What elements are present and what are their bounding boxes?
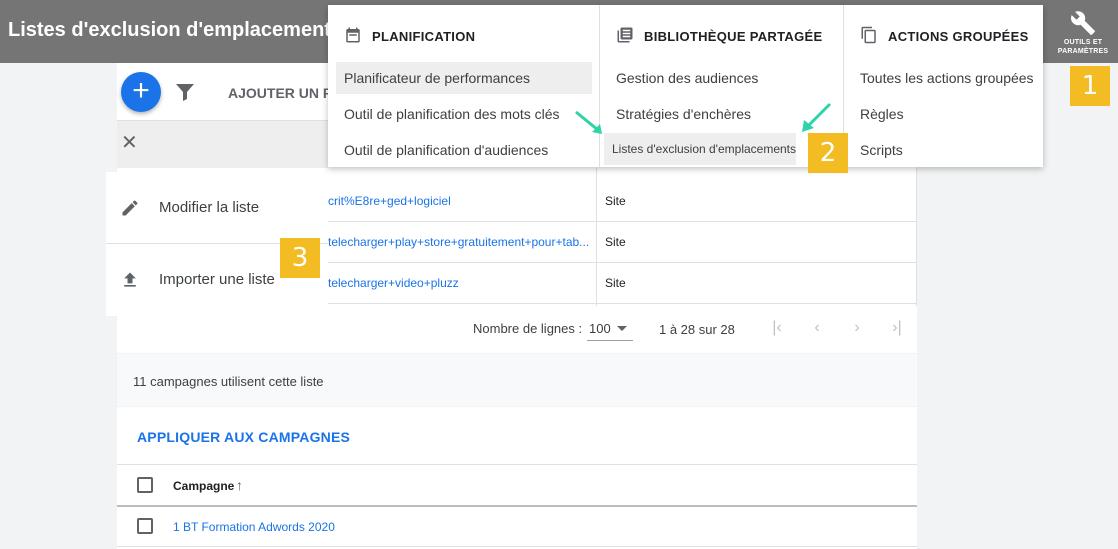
menu-column-bulk-actions: ACTIONS GROUPÉES Toutes les actions grou… [843, 5, 1043, 167]
rows-per-page-value: 100 [589, 321, 611, 336]
add-filter-button[interactable]: AJOUTER UN FI [228, 85, 328, 101]
menu-item-keyword-planner[interactable]: Outil de planification des mots clés [336, 98, 560, 130]
divider [117, 546, 917, 547]
placement-link[interactable]: crit%E8re+ged+logiciel [328, 194, 592, 208]
next-page-icon[interactable]: › [847, 318, 867, 338]
menu-item-rules[interactable]: Règles [852, 98, 904, 130]
add-fab-button[interactable]: + [121, 72, 161, 112]
divider [117, 464, 917, 465]
table-row: telecharger+play+store+gratuitement+pour… [328, 222, 917, 263]
calendar-icon [346, 27, 360, 43]
tools-label-line2: PARAMÈTRES [1057, 48, 1109, 55]
placement-type: Site [605, 235, 626, 249]
table-row: crit%E8re+ged+logiciel Site [328, 181, 917, 222]
menu-item-bid-strategies[interactable]: Stratégies d'enchères [608, 98, 751, 130]
upload-icon [124, 272, 136, 287]
copy-icon [861, 26, 876, 44]
page-title: Listes d'exclusion d'emplacements [8, 19, 343, 41]
library-icon [617, 27, 633, 43]
menu-item-audience-manager[interactable]: Gestion des audiences [608, 62, 758, 94]
close-icon[interactable]: ✕ [121, 131, 138, 155]
annotation-arrow-icon [575, 110, 602, 134]
menu-heading-shared-library-text: BIBLIOTHÈQUE PARTAGÉE [644, 29, 823, 44]
tools-settings-button[interactable]: OUTILS ET PARAMÈTRES [1052, 6, 1114, 60]
menu-item-all-bulk-actions[interactable]: Toutes les actions groupées [852, 62, 1034, 94]
sort-arrow-up-icon[interactable]: ↑ [236, 477, 243, 493]
placement-link[interactable]: telecharger+video+pluzz [328, 276, 592, 290]
placement-link[interactable]: telecharger+play+store+gratuitement+pour… [328, 235, 592, 249]
first-page-icon[interactable]: |‹ [767, 318, 787, 338]
callout-badge: 3 [280, 238, 320, 278]
prev-page-icon[interactable]: ‹ [807, 318, 827, 338]
callout-badge: 1 [1070, 66, 1110, 106]
select-all-checkbox[interactable] [137, 477, 153, 493]
callout-badge: 2 [808, 133, 848, 173]
edit-list-button[interactable]: Modifier la liste [106, 172, 328, 244]
apply-to-campaigns-button[interactable]: APPLIQUER AUX CAMPAGNES [137, 429, 350, 445]
annotation-arrow-icon [802, 102, 832, 132]
menu-item-performance-planner[interactable]: Planificateur de performances [336, 62, 592, 94]
edit-list-label: Modifier la liste [159, 199, 260, 216]
campaign-column-header: Campagne [173, 479, 235, 493]
menu-column-shared-library: BIBLIOTHÈQUE PARTAGÉE Gestion des audien… [599, 5, 843, 167]
wrench-icon [1071, 11, 1095, 35]
filter-icon[interactable] [175, 83, 195, 106]
page-range: 1 à 28 sur 28 [659, 322, 735, 337]
import-list-label: Importer une liste [159, 271, 275, 288]
placement-type: Site [605, 276, 626, 290]
menu-heading-bulk-actions-text: ACTIONS GROUPÉES [888, 29, 1029, 44]
table-row: telecharger+video+pluzz Site [328, 263, 917, 304]
campaign-count-text: 11 campagnes utilisent cette liste [133, 374, 324, 389]
menu-heading-planning-text: PLANIFICATION [372, 29, 476, 44]
placement-type: Site [605, 194, 626, 208]
campaign-link[interactable]: 1 BT Formation Adwords 2020 [173, 520, 335, 534]
menu-item-scripts[interactable]: Scripts [852, 134, 903, 166]
tools-dropdown-menu: PLANIFICATION Planificateur de performan… [328, 5, 1043, 167]
last-page-icon[interactable]: ›| [887, 318, 907, 338]
tools-label-line1: OUTILS ET [1063, 39, 1103, 46]
menu-item-audience-planner[interactable]: Outil de planification d'audiences [336, 134, 548, 166]
menu-column-planning: PLANIFICATION Planificateur de performan… [328, 5, 598, 167]
rows-per-page-select[interactable]: 100 [587, 315, 633, 341]
selection-bar [117, 121, 329, 168]
divider [117, 505, 917, 507]
menu-item-placement-exclusion-lists[interactable]: Listes d'exclusion d'emplacements [604, 133, 797, 165]
caret-down-icon [617, 326, 627, 331]
rows-per-page-label: Nombre de lignes : [473, 321, 583, 336]
pencil-icon [122, 200, 138, 216]
campaign-row-checkbox[interactable] [137, 518, 153, 534]
